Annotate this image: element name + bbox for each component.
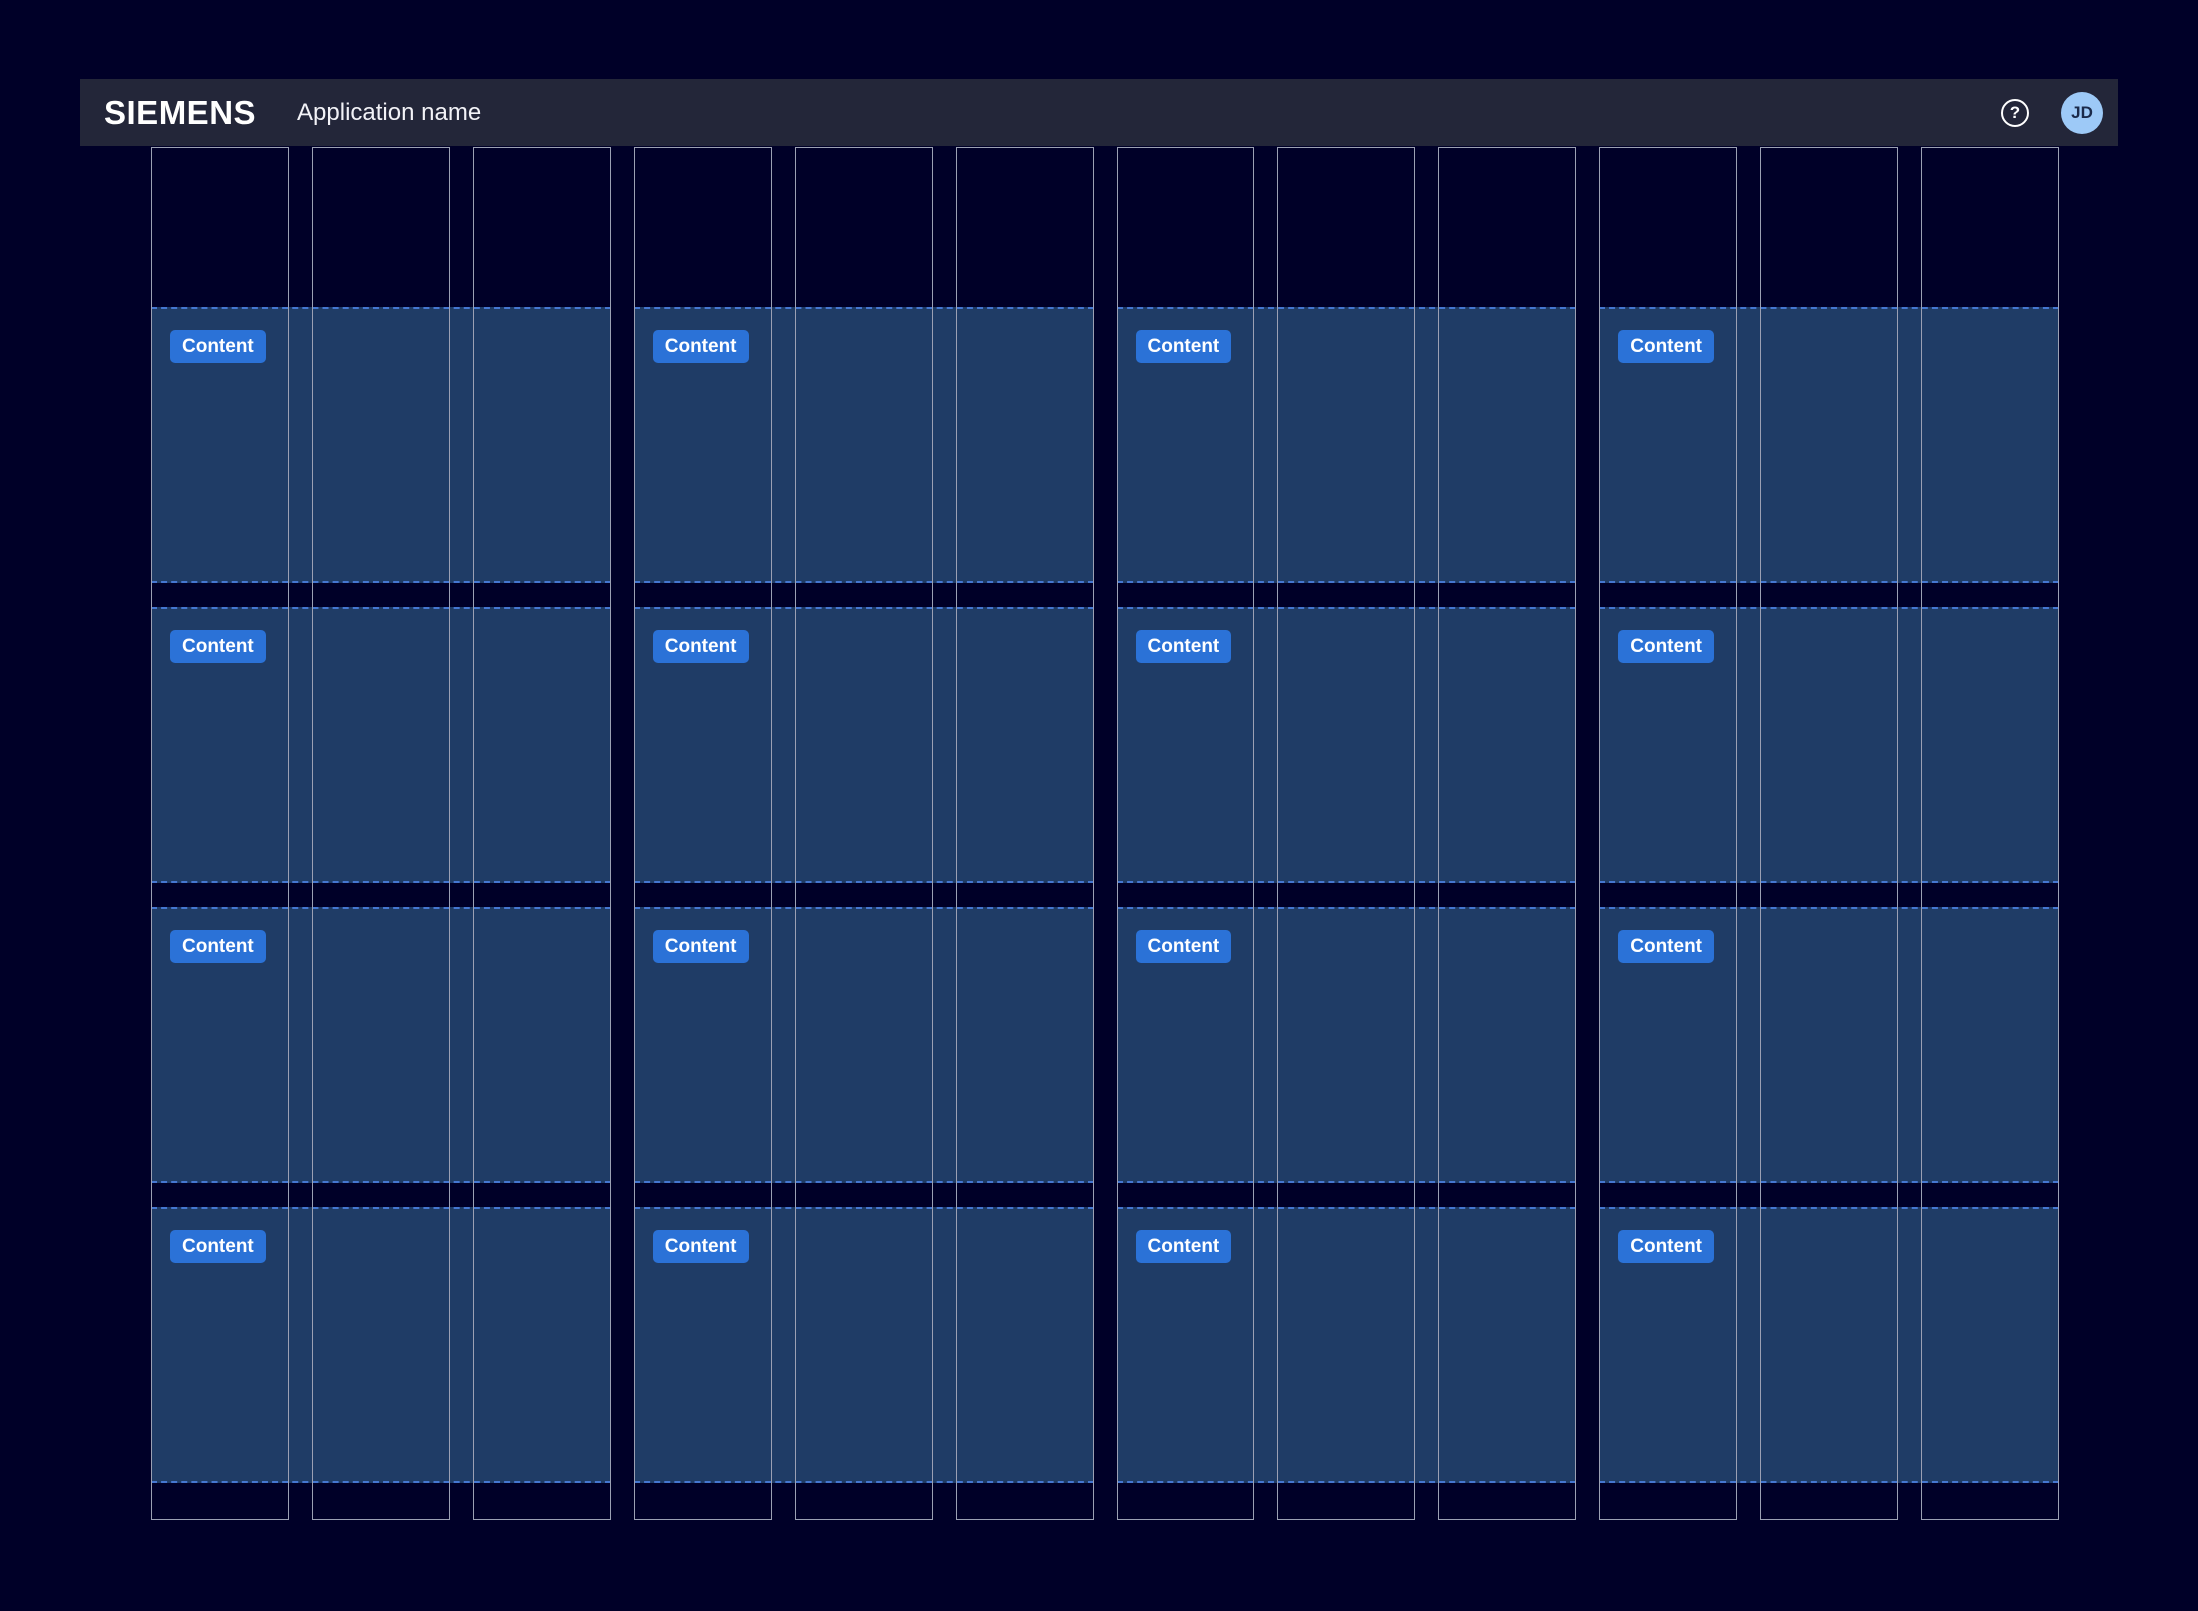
content-chip: Content [653,1230,749,1263]
page: { "header": { "brand": "SIEMENS", "app_n… [0,0,2198,1611]
content-block: Content [634,307,1094,583]
avatar-initials: JD [2071,103,2093,123]
content-block: Content [1599,307,2059,583]
help-icon[interactable]: ? [2001,99,2029,127]
content-chip: Content [170,930,266,963]
content-chip: Content [170,630,266,663]
content-block: Content [1117,907,1577,1183]
content-block: Content [634,907,1094,1183]
content-chip: Content [1136,630,1232,663]
help-glyph: ? [2010,103,2020,123]
app-header: SIEMENS Application name ? JD [80,79,2118,146]
content-chip: Content [1136,930,1232,963]
content-block: Content [1599,607,2059,883]
content-block: Content [1599,1207,2059,1483]
content-chip: Content [653,330,749,363]
content-chip: Content [170,330,266,363]
avatar[interactable]: JD [2061,92,2103,134]
siemens-logo: SIEMENS [104,96,256,129]
content-block: Content [1599,907,2059,1183]
content-block: Content [634,607,1094,883]
header-actions: ? JD [2001,92,2103,134]
layout-grid: Content Content Content Content Content … [151,147,2059,1520]
content-chip: Content [653,630,749,663]
content-chip: Content [1618,330,1714,363]
content-block: Content [151,1207,611,1483]
content-chip: Content [1618,930,1714,963]
content-chip: Content [1136,330,1232,363]
content-chip: Content [1618,630,1714,663]
content-chip: Content [653,930,749,963]
content-chip: Content [1136,1230,1232,1263]
content-chip: Content [170,1230,266,1263]
content-block: Content [1117,607,1577,883]
content-chip: Content [1618,1230,1714,1263]
content-block: Content [151,307,611,583]
content-block: Content [1117,307,1577,583]
content-block: Content [151,607,611,883]
application-name: Application name [297,101,481,125]
content-block: Content [634,1207,1094,1483]
content-block: Content [151,907,611,1183]
content-block: Content [1117,1207,1577,1483]
